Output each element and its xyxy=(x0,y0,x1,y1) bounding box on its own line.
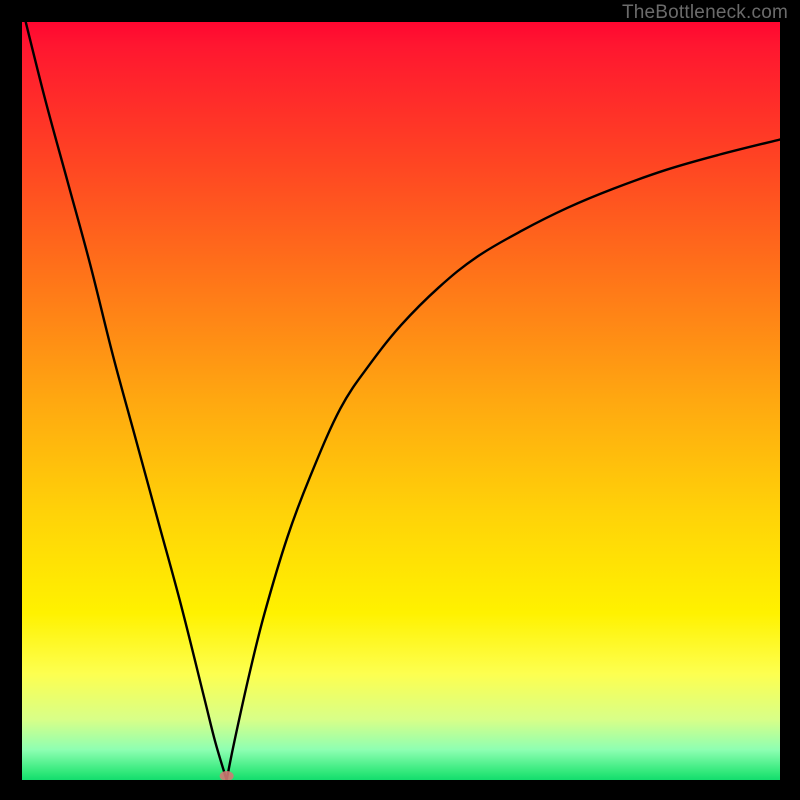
watermark-text: TheBottleneck.com xyxy=(622,2,788,24)
chart-container: TheBottleneck.com xyxy=(0,0,800,800)
plot-background xyxy=(22,22,780,780)
